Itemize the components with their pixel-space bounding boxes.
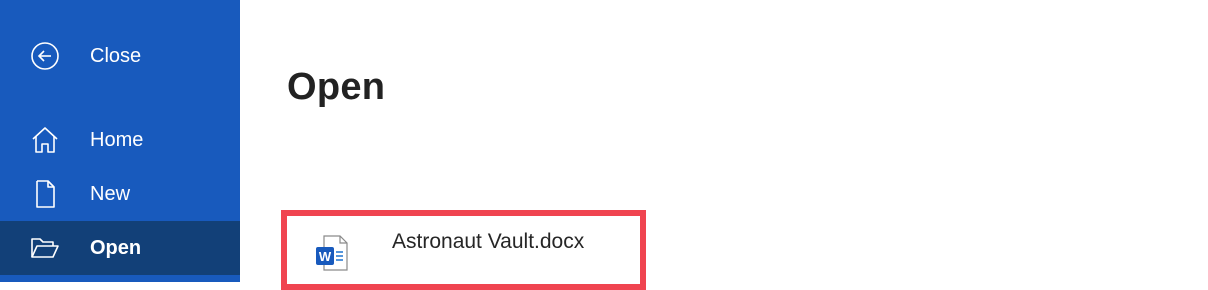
sidebar-item-label: Open <box>90 237 142 259</box>
page-title: Open <box>287 66 386 108</box>
sidebar-item-open[interactable]: Open <box>0 221 240 275</box>
sidebar-item-new[interactable]: New <box>0 167 240 221</box>
sidebar-item-label: Close <box>90 45 142 67</box>
svg-text:W: W <box>319 249 332 264</box>
backstage-view: Close Home New Open Open W Astronaut Vau… <box>0 0 1208 290</box>
back-arrow-icon <box>29 40 61 72</box>
sidebar-item-home[interactable]: Home <box>0 113 240 167</box>
sidebar-item-close[interactable]: Close <box>0 29 240 83</box>
word-document-icon: W <box>314 234 350 272</box>
backstage-sidebar: Close Home New Open <box>0 0 240 282</box>
file-item-astronaut-vault[interactable]: W Astronaut Vault.docx <box>281 210 646 290</box>
folder-open-icon <box>29 232 61 264</box>
sidebar-item-label: New <box>90 183 131 205</box>
sidebar-item-label: Home <box>90 129 144 151</box>
home-icon <box>29 124 61 156</box>
new-document-icon <box>29 178 61 210</box>
file-name: Astronaut Vault.docx <box>392 230 585 253</box>
